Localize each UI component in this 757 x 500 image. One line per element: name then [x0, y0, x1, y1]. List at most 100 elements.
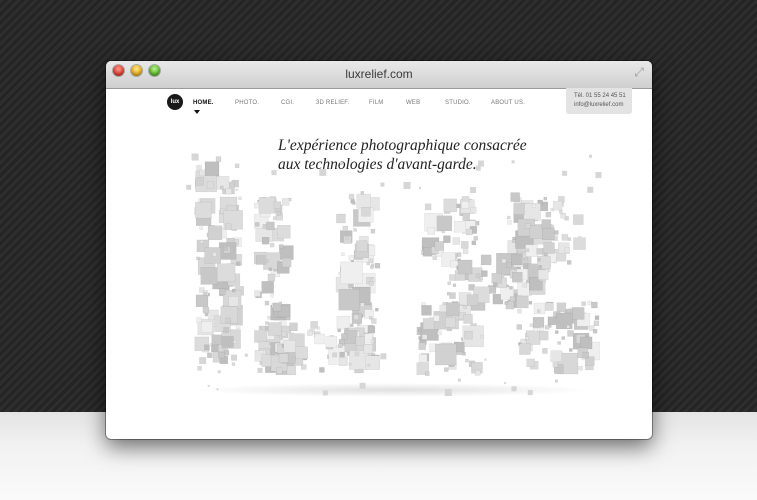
- hero-cube: [506, 262, 512, 268]
- hero-cube: [254, 290, 261, 297]
- window-titlebar[interactable]: luxrelief.com ⤢: [106, 61, 652, 89]
- hero-cube: [196, 165, 202, 171]
- hero-cube: [207, 352, 213, 359]
- site-logo[interactable]: lux: [167, 94, 183, 110]
- hero-cube: [567, 237, 572, 241]
- hero-cube: [322, 390, 328, 396]
- hero-cube: [314, 333, 325, 345]
- hero-cube: [283, 340, 296, 353]
- hero-cube: [435, 343, 457, 366]
- hero-cube: [204, 312, 209, 317]
- hero-cube: [319, 168, 327, 176]
- hero-cube: [345, 236, 350, 240]
- hero-cube: [280, 330, 287, 337]
- nav-photo[interactable]: PHOTO.: [235, 100, 259, 106]
- hero-cube: [443, 235, 451, 243]
- hero-cube: [361, 207, 371, 217]
- hero-cube: [522, 282, 527, 288]
- hero-cube: [446, 291, 451, 296]
- hero-cube: [264, 326, 269, 330]
- hero-cube: [501, 258, 507, 264]
- hero-cube: [582, 351, 589, 359]
- hero-cube: [374, 262, 381, 269]
- nav-3d-relief[interactable]: 3D RELIEF.: [316, 100, 349, 106]
- hero-cube: [457, 259, 473, 275]
- hero-cube: [207, 225, 223, 241]
- nav-home[interactable]: HOME.: [193, 100, 214, 106]
- hero-cube: [278, 301, 283, 306]
- hero-cube: [403, 182, 411, 189]
- nav-film[interactable]: FILM: [369, 100, 383, 106]
- hero-cube: [350, 323, 354, 328]
- hero-cube: [434, 241, 445, 251]
- hero-cube: [370, 228, 376, 234]
- nav-studio[interactable]: STUDIO.: [445, 100, 471, 106]
- hero-cube: [567, 330, 574, 337]
- hero-cube: [533, 327, 538, 332]
- hero-cube: [212, 252, 217, 257]
- hero-cube: [258, 325, 264, 331]
- hero-cube: [310, 321, 318, 329]
- hero-cube: [461, 201, 469, 209]
- hero-cube: [471, 240, 476, 246]
- hero-cube: [422, 318, 435, 330]
- hero-cube: [504, 382, 507, 385]
- hero-cube: [235, 324, 241, 330]
- hero-cube: [380, 182, 385, 187]
- hero-cube: [425, 371, 430, 376]
- hero-cube: [336, 213, 346, 224]
- hero-cube: [525, 336, 529, 340]
- hero-cube: [538, 265, 542, 269]
- hero-cube: [456, 252, 462, 257]
- nav-about-us[interactable]: ABOUT US.: [491, 100, 525, 106]
- hero-cube: [552, 361, 559, 368]
- hero-cube: [560, 213, 566, 219]
- hero-cube: [542, 348, 548, 354]
- hero-cube: [478, 160, 484, 167]
- hero-cube: [224, 247, 228, 251]
- nav-web[interactable]: WEB: [406, 100, 420, 106]
- hero-cube: [219, 288, 226, 296]
- hero-cube: [203, 292, 207, 296]
- hero-cube: [481, 270, 488, 277]
- hero-cube: [232, 288, 236, 293]
- hero-cube: [200, 321, 213, 333]
- hero-cube: [234, 163, 240, 169]
- hero-cube: [267, 273, 276, 282]
- hero-cube: [338, 343, 343, 349]
- hero-logo-cubes: [186, 153, 602, 396]
- hero-cube: [418, 353, 428, 363]
- hero-cube: [360, 302, 365, 308]
- hero-cube: [186, 184, 192, 190]
- hero-cube: [537, 257, 541, 262]
- hero-cube: [340, 261, 363, 285]
- hero-cube: [559, 210, 563, 214]
- hero-cube: [587, 186, 594, 193]
- hero-cube: [225, 317, 231, 324]
- nav-cgi[interactable]: CGI.: [281, 100, 294, 106]
- hero-cube: [562, 170, 568, 176]
- hero-cube: [265, 321, 269, 325]
- hero-cube: [462, 352, 466, 356]
- fullscreen-icon[interactable]: ⤢: [632, 65, 646, 79]
- hero-cube: [325, 336, 338, 348]
- hero-cube: [439, 304, 448, 313]
- hero-cube: [369, 316, 373, 320]
- contact-email[interactable]: info@luxrelief.com: [574, 101, 632, 110]
- hero-cube: [443, 198, 457, 213]
- hero-cube: [452, 237, 460, 245]
- hero-cube: [593, 320, 600, 327]
- hero-cube: [511, 386, 517, 392]
- hero-cube: [217, 370, 221, 374]
- hero-cube: [539, 327, 545, 332]
- hero-cube: [473, 236, 478, 241]
- hero-cube: [277, 224, 291, 239]
- hero-cube: [368, 258, 373, 264]
- hero-cube: [427, 227, 436, 235]
- hero-cube: [561, 336, 565, 340]
- hero-cube: [432, 255, 437, 261]
- hero-cube: [525, 248, 530, 253]
- hero-cube: [268, 267, 272, 272]
- hero-cube: [550, 350, 562, 362]
- hero-cube: [218, 351, 225, 359]
